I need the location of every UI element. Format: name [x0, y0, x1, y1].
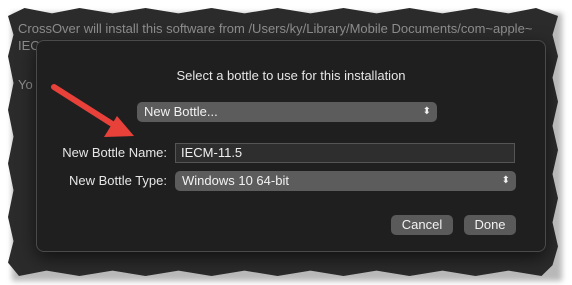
done-button[interactable]: Done: [464, 215, 516, 235]
up-down-chevron-icon: ⬍: [422, 106, 431, 117]
background-text-fragment: Yo: [18, 77, 33, 92]
bottle-selection-dialog: Select a bottle to use for this installa…: [36, 40, 546, 252]
new-bottle-name-label: New Bottle Name:: [62, 145, 167, 160]
new-bottle-type-label: New Bottle Type:: [68, 173, 167, 188]
dialog-title: Select a bottle to use for this installa…: [176, 68, 406, 83]
screenshot-frame: CrossOver will install this software fro…: [8, 8, 558, 276]
bottle-select-popup[interactable]: New Bottle... ⬍: [137, 102, 437, 122]
up-down-chevron-icon: ⬍: [501, 175, 510, 186]
bottle-select-value: New Bottle...: [144, 104, 218, 119]
cancel-button[interactable]: Cancel: [391, 215, 453, 235]
bottle-type-popup[interactable]: Windows 10 64-bit ⬍: [175, 171, 516, 191]
background-install-text: CrossOver will install this software fro…: [18, 21, 533, 36]
new-bottle-name-field[interactable]: IECM-11.5: [175, 143, 515, 163]
bottle-type-value: Windows 10 64-bit: [182, 173, 289, 188]
